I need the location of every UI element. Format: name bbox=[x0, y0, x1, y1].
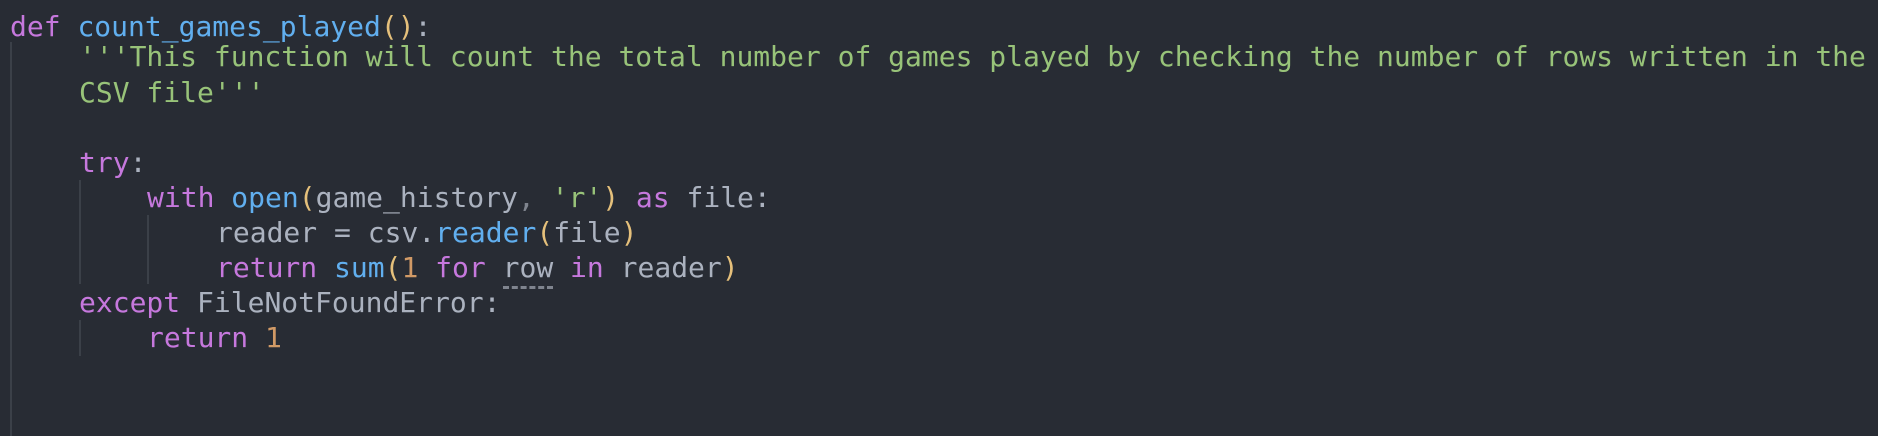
comma: , bbox=[517, 181, 535, 214]
variable-file: file bbox=[686, 181, 754, 214]
variable-reader: reader bbox=[216, 216, 318, 249]
keyword-with: with bbox=[147, 181, 215, 214]
keyword-def: def bbox=[10, 10, 61, 43]
keyword-in: in bbox=[570, 251, 604, 284]
string-mode: 'r' bbox=[551, 181, 603, 214]
reader-paren-left: ( bbox=[536, 216, 554, 249]
argument-file: file bbox=[553, 216, 621, 249]
indent-guide bbox=[147, 215, 149, 284]
indent-guide bbox=[10, 42, 12, 436]
docstring-text-end: CSV file''' bbox=[79, 76, 265, 109]
number-one: 1 bbox=[401, 251, 419, 284]
sum-paren-left: ( bbox=[384, 251, 402, 284]
exception-class: FileNotFoundError bbox=[197, 286, 484, 319]
variable-row-unused[interactable]: row bbox=[502, 251, 554, 289]
keyword-try: try bbox=[79, 146, 130, 179]
variable-game-history: game_history bbox=[315, 181, 518, 214]
dot-operator: . bbox=[418, 216, 436, 249]
code-line-try[interactable]: try: bbox=[79, 142, 146, 184]
builtin-sum: sum bbox=[334, 251, 385, 284]
keyword-except: except bbox=[79, 286, 181, 319]
with-colon: : bbox=[753, 181, 771, 214]
keyword-return: return bbox=[147, 321, 249, 354]
code-editor[interactable]: def count_games_played(): '''This functi… bbox=[0, 0, 1878, 436]
number-return-value: 1 bbox=[265, 321, 282, 354]
assign-operator: = bbox=[334, 216, 351, 249]
keyword-for: for bbox=[435, 251, 486, 284]
module-csv: csv bbox=[367, 216, 419, 249]
try-colon: : bbox=[129, 146, 147, 179]
code-line-return-one[interactable]: return 1 bbox=[147, 317, 282, 359]
except-colon: : bbox=[483, 286, 501, 319]
open-paren-right: ) bbox=[602, 181, 620, 214]
indent-guide bbox=[79, 180, 81, 284]
code-line-docstring-2[interactable]: CSV file''' bbox=[79, 72, 264, 114]
keyword-as: as bbox=[635, 181, 670, 214]
function-reader: reader bbox=[435, 216, 537, 249]
open-paren-left: ( bbox=[298, 181, 316, 214]
reader-paren-right: ) bbox=[620, 216, 638, 249]
variable-reader-iter: reader bbox=[620, 251, 722, 284]
docstring-text: '''This function will count the total nu… bbox=[79, 40, 1866, 73]
code-line-except[interactable]: except FileNotFoundError: bbox=[79, 282, 500, 324]
builtin-open: open bbox=[231, 181, 299, 214]
code-line-docstring-1[interactable]: '''This function will count the total nu… bbox=[79, 36, 1866, 78]
indent-guide bbox=[79, 320, 81, 356]
keyword-return: return bbox=[216, 251, 318, 284]
sum-paren-right: ) bbox=[721, 251, 739, 284]
